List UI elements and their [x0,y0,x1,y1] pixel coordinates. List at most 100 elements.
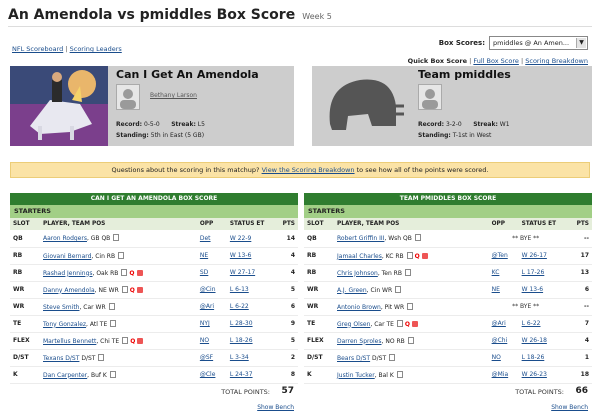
player-link[interactable]: Steve Smith [43,304,79,311]
status-cell: L 6-22 [226,298,271,316]
opponent-link[interactable]: NE [492,286,500,293]
player-link[interactable]: Chris Johnson [337,270,378,277]
player-link[interactable]: Rashad Jennings [43,270,93,277]
opponent-link[interactable]: SD [200,269,208,276]
player-notes-icon[interactable] [406,251,413,259]
player-cell: Giovani Bernard, Cin RB [40,247,197,265]
player-link[interactable]: Justin Tucker [337,372,375,379]
opponent-link[interactable]: @SF [200,354,213,361]
nfl-scoreboard-link[interactable]: NFL Scoreboard [12,45,63,53]
player-notes-icon[interactable] [98,353,105,361]
opp-cell: NO [488,349,519,367]
player-link[interactable]: Giovani Bernard [43,253,91,260]
player-notes-icon[interactable] [113,234,120,242]
box-scores-dropdown[interactable]: pmiddles @ An Amen... ▼ [489,36,588,50]
opponent-link[interactable]: @Ari [200,303,214,310]
opponent-link[interactable]: Det [200,235,211,242]
player-notes-icon[interactable] [396,370,403,378]
slot-cell: RB [304,264,334,282]
game-status-link[interactable]: L 6-22 [230,303,249,310]
player-notes-icon[interactable] [118,251,125,259]
scoring-breakdown-link[interactable]: Scoring Breakdown [525,57,588,65]
game-status-link[interactable]: L 18-26 [230,337,253,344]
owner-link[interactable]: Bethany Larson [150,92,197,99]
player-notes-icon[interactable] [121,268,128,276]
player-team-pos: , Cin WR [366,286,393,294]
player-link[interactable]: Greg Olsen [337,321,370,328]
player-news-icon[interactable] [421,252,428,259]
player-link[interactable]: Martellus Bennett [43,338,96,345]
game-status-link[interactable]: L 6-13 [230,286,249,293]
player-link[interactable]: A.J. Green [337,287,367,294]
scoring-leaders-link[interactable]: Scoring Leaders [70,45,122,53]
streak-label: Streak: [171,121,196,128]
player-link[interactable]: Aaron Rodgers [43,235,87,242]
player-team-pos: , Car TE [370,320,394,328]
player-link[interactable]: Tony Gonzalez [43,321,86,328]
opponent-link[interactable]: NO [492,354,501,361]
chevron-down-icon[interactable]: ▼ [576,38,586,48]
game-status-link[interactable]: L 28-30 [230,320,253,327]
game-status-link[interactable]: W 22-9 [230,235,251,242]
game-status-link[interactable]: W 26-17 [522,252,547,259]
slot-cell: QB [304,230,334,248]
game-status-link[interactable]: W 26-23 [522,371,547,378]
game-status-link[interactable]: W 26-18 [522,337,547,344]
opponent-link[interactable]: @Mia [492,371,509,378]
player-notes-icon[interactable] [396,319,403,327]
scoring-breakdown-banner-link[interactable]: View the Scoring Breakdown [262,166,355,174]
show-bench-link[interactable]: Show Bench [257,404,294,411]
player-news-icon[interactable] [412,320,419,327]
player-notes-icon[interactable] [414,234,421,242]
player-link[interactable]: Bears D/ST [337,355,370,362]
game-status-link[interactable]: W 27-17 [230,269,255,276]
column-header-pts: PTS [270,218,298,230]
player-notes-icon[interactable] [108,302,115,310]
game-status-link[interactable]: L 24-37 [230,371,253,378]
opponent-link[interactable]: @Ten [492,252,508,259]
player-link[interactable]: Texans D/ST [43,355,79,362]
player-news-icon[interactable] [137,337,144,344]
starters-header: STARTERS [10,205,298,218]
player-notes-icon[interactable] [395,285,402,293]
opponent-link[interactable]: @Ari [492,320,506,327]
opponent-link[interactable]: NO [200,337,209,344]
player-notes-icon[interactable] [109,370,116,378]
player-notes-icon[interactable] [389,353,396,361]
player-notes-icon[interactable] [407,302,414,310]
player-news-icon[interactable] [136,286,143,293]
game-status-link[interactable]: L 18-26 [522,354,545,361]
game-status-link[interactable]: W 13-6 [522,286,543,293]
player-link[interactable]: Antonio Brown [337,304,381,311]
opponent-link[interactable]: KC [492,269,500,276]
player-link[interactable]: Jamaal Charles [337,253,382,260]
player-link[interactable]: Dan Carpenter [43,372,87,379]
show-bench-link[interactable]: Show Bench [551,404,588,411]
game-status-link[interactable]: L 17-26 [522,269,545,276]
player-link[interactable]: Darren Sproles [337,338,382,345]
game-status-link[interactable]: L 3-34 [230,354,249,361]
player-news-icon[interactable] [136,269,143,276]
column-header-slot: SLOT [304,218,334,230]
player-cell: Dan Carpenter, Buf K [40,366,197,384]
player-notes-icon[interactable] [121,285,128,293]
player-notes-icon[interactable] [122,336,129,344]
box-score-away: TEAM PMIDDLES BOX SCORE STARTERS SLOT PLAYE… [304,193,592,411]
player-link[interactable]: Danny Amendola [43,287,95,294]
link-separator: | [65,45,68,53]
game-status-link[interactable]: W 13-6 [230,252,251,259]
opp-cell: @Cin [196,281,227,299]
player-notes-icon[interactable] [404,268,411,276]
starters-header: STARTERS [304,205,592,218]
game-status-link[interactable]: L 6-22 [522,320,541,327]
opponent-link[interactable]: NYJ [200,320,210,327]
player-notes-icon[interactable] [407,336,414,344]
opponent-link[interactable]: @Chi [492,337,508,344]
opponent-link[interactable]: @Cle [200,371,216,378]
full-box-score-link[interactable]: Full Box Score [473,57,519,65]
opponent-link[interactable]: NE [200,252,208,259]
slot-cell: RB [304,247,334,265]
player-notes-icon[interactable] [110,319,117,327]
player-link[interactable]: Robert Griffin III [337,235,384,242]
opponent-link[interactable]: @Cin [200,286,216,293]
